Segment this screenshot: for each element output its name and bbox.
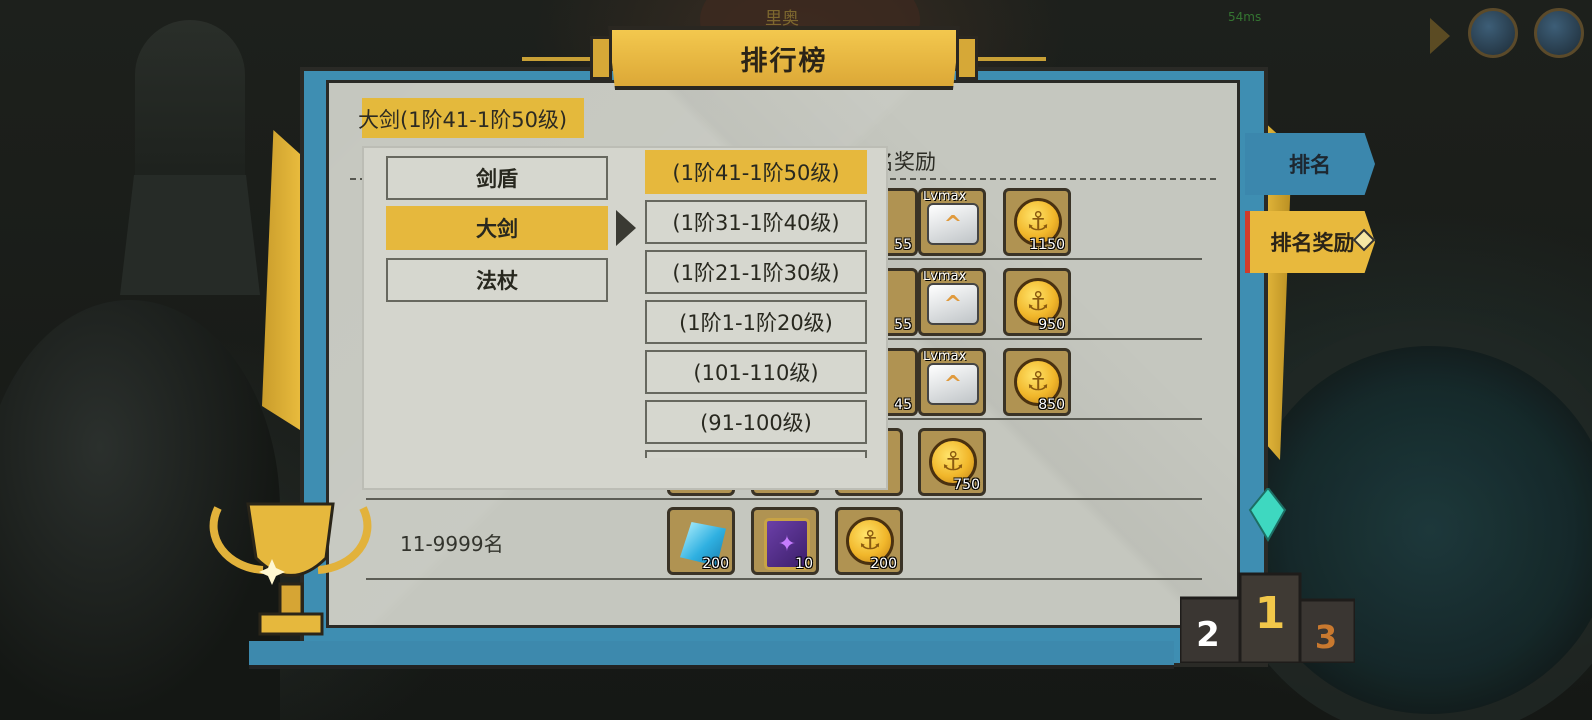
scroll-icon: ^ [927,203,979,245]
trophy-icon [209,502,372,636]
tab-ranking[interactable]: 排名 [1245,133,1375,195]
hero-avatar-icon[interactable] [1534,8,1584,58]
player-name-text: 里奥 [765,9,799,29]
reward-item-slot[interactable]: ⚓ 1150 [1003,188,1071,256]
rank-range-label: 11-9999名 [400,532,504,556]
current-category-text: 大剑(1阶41-1阶50级) [358,108,568,132]
reward-item-slot[interactable]: ⚓ 950 [1003,268,1071,336]
level-option[interactable]: (1阶21-1阶30级) [645,250,867,294]
level-option[interactable]: (91-100级) [645,400,867,444]
level-option[interactable]: (1阶41-1阶50级) [645,150,867,194]
item-quantity: 45 [894,397,912,413]
window-title: 排行榜 [740,45,828,77]
reward-item-slot[interactable]: ⚓ 850 [1003,348,1071,416]
level-option[interactable]: (101-110级) [645,350,867,394]
item-quantity: 200 [870,556,897,572]
row-divider [366,578,1202,580]
podium-third-place: 3 [1315,618,1337,656]
reward-item-slot[interactable]: ⚓ 200 [835,507,903,575]
title-cap-left [590,36,612,80]
title-cap-right [956,36,978,80]
item-quantity: 55 [894,237,912,253]
level-option[interactable]: (1阶31-1阶40级) [645,200,867,244]
scroll-icon: ^ [927,283,979,325]
podium-icon: 2 1 3 [1180,488,1355,663]
scroll-icon: ^ [927,363,979,405]
level-option[interactable]: (1阶1-1阶20级) [645,300,867,344]
item-quantity: 950 [1038,317,1065,333]
reward-item-slot[interactable]: ✦ 10 [751,507,819,575]
item-quantity: 200 [702,556,729,572]
row-divider [366,498,1202,500]
ping-indicator: 54ms [1228,10,1262,24]
item-level-tag: Lvmax [923,189,967,204]
level-option-partial[interactable] [645,450,867,458]
item-level-tag: Lvmax [923,349,967,364]
expand-arrow-icon[interactable] [1430,18,1450,54]
submenu-arrow-icon [616,210,636,246]
item-level-tag: Lvmax [923,269,967,284]
treasure-chest-icon[interactable] [1468,8,1518,58]
podium-first-place: 1 [1255,588,1286,639]
current-category-selector[interactable]: 大剑(1阶41-1阶50级) [358,98,584,138]
reward-item-slot[interactable]: ^ Lvmax [918,348,986,416]
category-option-staff[interactable]: 法杖 [386,258,608,302]
reward-item-slot[interactable]: ^ Lvmax [918,268,986,336]
background-tower [135,20,245,190]
reward-item-slot[interactable]: 200 [667,507,735,575]
item-quantity: 55 [894,317,912,333]
podium-second-place: 2 [1196,615,1220,655]
item-quantity: 750 [953,477,980,493]
reward-item-slot[interactable]: ⚓ 750 [918,428,986,496]
category-option-greatsword[interactable]: 大剑 [386,206,608,250]
item-quantity: 1150 [1029,237,1065,253]
item-quantity: 10 [795,556,813,572]
category-option-sword-shield[interactable]: 剑盾 [386,156,608,200]
item-quantity: 850 [1038,397,1065,413]
title-banner: 排行榜 [608,26,960,90]
reward-item-slot[interactable]: ^ Lvmax [918,188,986,256]
background-tower-base [120,175,260,295]
